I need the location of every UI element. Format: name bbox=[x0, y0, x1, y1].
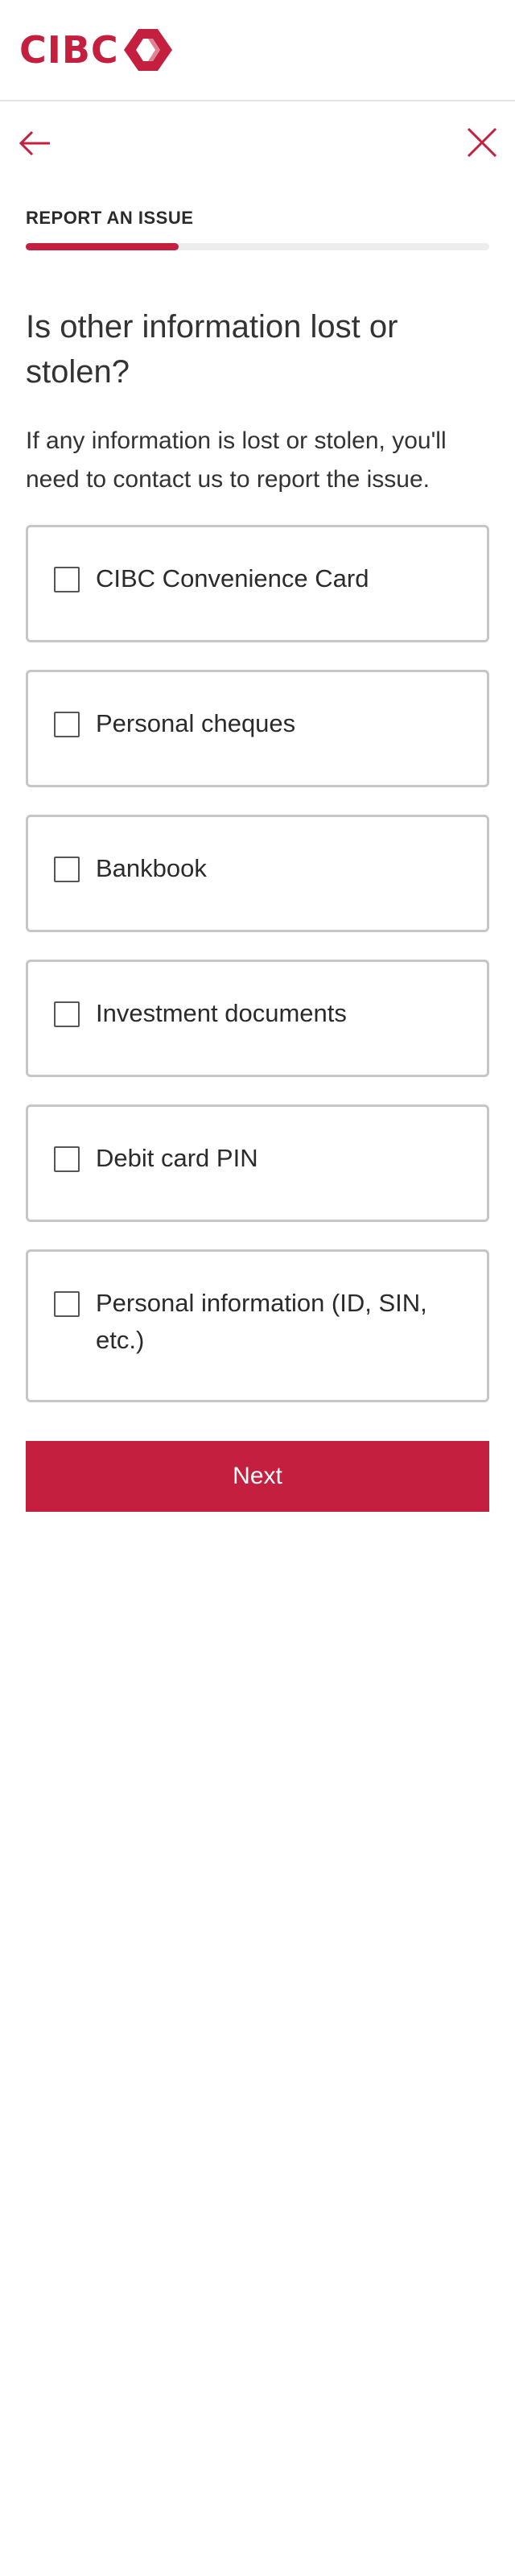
checkbox[interactable] bbox=[54, 1146, 80, 1172]
option-personal-cheques[interactable]: Personal cheques bbox=[26, 670, 489, 787]
page-description: If any information is lost or stolen, yo… bbox=[26, 427, 447, 493]
cibc-logo[interactable]: CIBC bbox=[19, 29, 172, 71]
next-button[interactable]: Next bbox=[26, 1441, 489, 1512]
progress-bar-fill bbox=[26, 243, 179, 250]
option-label: Bankbook bbox=[96, 854, 207, 882]
checkbox[interactable] bbox=[54, 567, 80, 592]
options-list: CIBC Convenience Card Personal cheques B… bbox=[26, 525, 489, 1430]
cibc-diamond-icon bbox=[123, 29, 172, 71]
option-debit-card-pin[interactable]: Debit card PIN bbox=[26, 1104, 489, 1222]
option-personal-information[interactable]: Personal information (ID, SIN, etc.) bbox=[26, 1249, 489, 1402]
option-label: Personal information (ID, SIN, etc.) bbox=[96, 1289, 427, 1354]
option-convenience-card[interactable]: CIBC Convenience Card bbox=[26, 525, 489, 642]
page-question: Is other information lost or stolen? bbox=[26, 309, 398, 390]
checkbox[interactable] bbox=[54, 857, 80, 882]
progress-bar bbox=[26, 243, 489, 250]
close-icon[interactable] bbox=[464, 124, 501, 161]
option-bankbook[interactable]: Bankbook bbox=[26, 815, 489, 932]
flow-title: REPORT AN ISSUE bbox=[26, 208, 194, 228]
option-label: Debit card PIN bbox=[96, 1144, 258, 1172]
option-label: Investment documents bbox=[96, 999, 347, 1027]
logo-text: CIBC bbox=[19, 28, 119, 72]
step-navigation bbox=[0, 101, 515, 182]
option-investment-documents[interactable]: Investment documents bbox=[26, 960, 489, 1077]
option-label: Personal cheques bbox=[96, 709, 296, 737]
checkbox[interactable] bbox=[54, 1001, 80, 1027]
checkbox[interactable] bbox=[54, 1291, 80, 1317]
site-header: CIBC bbox=[0, 0, 515, 101]
arrow-left-icon[interactable] bbox=[18, 126, 53, 161]
option-label: CIBC Convenience Card bbox=[96, 564, 369, 592]
checkbox[interactable] bbox=[54, 712, 80, 737]
